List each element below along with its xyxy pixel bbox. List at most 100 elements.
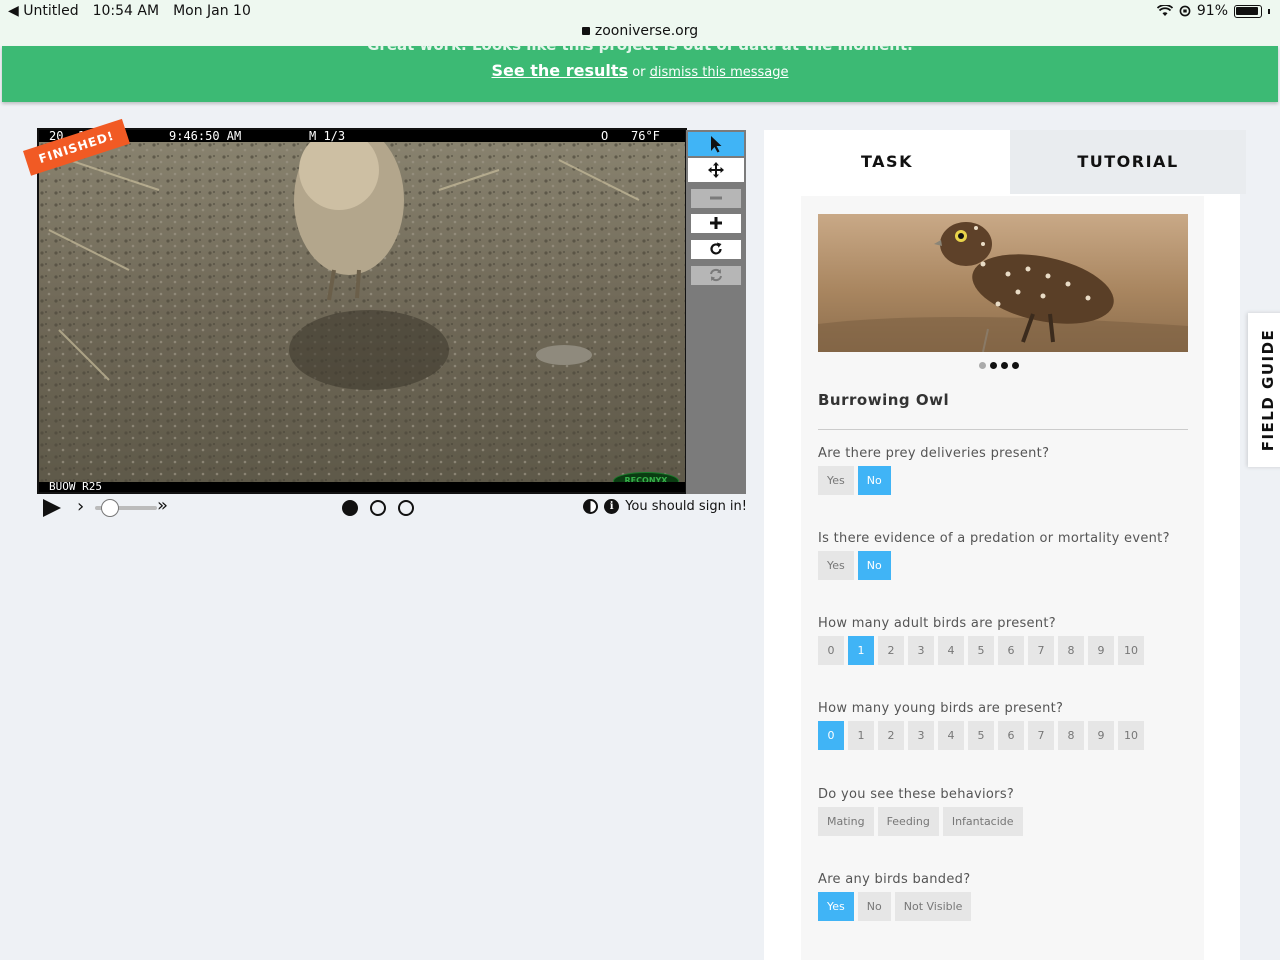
- answer-option-button[interactable]: 5: [968, 636, 994, 665]
- answer-option-button[interactable]: 9: [1088, 636, 1114, 665]
- carousel-dot-1[interactable]: [979, 362, 986, 369]
- species-example-image: [818, 214, 1188, 352]
- lock-icon: [581, 27, 590, 35]
- frame-dot-3[interactable]: [398, 500, 414, 516]
- speed-slider-handle[interactable]: [101, 499, 119, 517]
- banner-message: Great work. Looks like this project is o…: [2, 46, 1278, 54]
- url-bar[interactable]: zooniverse.org: [0, 23, 1280, 39]
- divider: [818, 429, 1188, 430]
- notification-banner: Great work. Looks like this project is o…: [2, 46, 1278, 102]
- answer-option-button[interactable]: 3: [908, 636, 934, 665]
- frame-dot-2[interactable]: [370, 500, 386, 516]
- orientation-lock-icon: [1179, 5, 1191, 17]
- answer-options: Mating Feeding Infantacide: [818, 807, 1023, 836]
- question-label: How many young birds are present?: [818, 701, 1064, 716]
- task-panel: TASK TUTORIAL Burrowing Owl Are there pr…: [764, 130, 1246, 960]
- answer-option-button[interactable]: 2: [878, 636, 904, 665]
- tab-tutorial[interactable]: TUTORIAL: [1010, 130, 1246, 194]
- info-icon[interactable]: i: [604, 499, 620, 514]
- banner-actions: See the results or dismiss this message: [2, 61, 1278, 80]
- answer-option-button[interactable]: 7: [1028, 721, 1054, 750]
- answer-option-button[interactable]: 7: [1028, 636, 1054, 665]
- answer-option-button[interactable]: 3: [908, 721, 934, 750]
- answer-options: Yes No: [818, 551, 891, 580]
- answer-options: 0 1 2 3 4 5 6 7 8 9 10: [818, 636, 1144, 665]
- status-right: 91%: [1156, 3, 1270, 19]
- answer-option-button[interactable]: 8: [1058, 721, 1084, 750]
- see-results-link[interactable]: See the results: [491, 61, 628, 80]
- species-name: Burrowing Owl: [818, 391, 950, 409]
- burrowing-owl-photo: [818, 222, 1188, 352]
- answer-option-button[interactable]: 1: [848, 636, 874, 665]
- back-to-app[interactable]: ◀ Untitled: [8, 3, 79, 19]
- refresh-icon: [710, 268, 722, 282]
- answer-option-button[interactable]: No: [857, 892, 891, 921]
- battery-percent: 91%: [1196, 3, 1228, 19]
- zoom-in-button[interactable]: [691, 214, 741, 233]
- answer-option-button[interactable]: 4: [938, 636, 964, 665]
- rotate-icon: [710, 242, 722, 255]
- answer-option-button[interactable]: 4: [938, 721, 964, 750]
- answer-option-button[interactable]: 2: [878, 721, 904, 750]
- answer-options: Yes No: [818, 466, 891, 495]
- answer-option-button[interactable]: 10: [1118, 636, 1144, 665]
- contrast-icon[interactable]: [583, 499, 599, 514]
- camera-footer: BUOW R25: [39, 481, 685, 492]
- answer-option-button[interactable]: 0: [818, 636, 844, 665]
- carousel-dot-4[interactable]: [1012, 362, 1019, 369]
- cursor-arrow-icon: [711, 136, 722, 153]
- reset-button[interactable]: [691, 266, 741, 285]
- viewer-extras: i You should sign in!: [583, 499, 747, 514]
- sign-in-prompt[interactable]: You should sign in!: [625, 499, 747, 514]
- status-left: ◀ Untitled 10:54 AM Mon Jan 10: [8, 3, 251, 19]
- frame-selector: [342, 500, 414, 516]
- frame-dot-1[interactable]: [342, 500, 358, 516]
- answer-option-button[interactable]: No: [857, 551, 891, 580]
- camera-header: 20 -10 9:46:50 AM M 1/3 O 76°F: [39, 130, 685, 142]
- battery-icon: [1234, 4, 1262, 18]
- carousel-dot-3[interactable]: [1001, 362, 1008, 369]
- answer-option-button[interactable]: 8: [1058, 636, 1084, 665]
- field-guide-tab[interactable]: FIELD GUIDE: [1248, 313, 1280, 467]
- status-bar: ◀ Untitled 10:54 AM Mon Jan 10 91% zooni…: [0, 0, 1280, 46]
- plus-icon: [710, 217, 722, 229]
- image-toolbar: [686, 130, 746, 494]
- rotate-button[interactable]: [691, 240, 741, 259]
- answer-option-button[interactable]: Feeding: [877, 807, 939, 836]
- dismiss-message-link[interactable]: dismiss this message: [650, 65, 789, 80]
- answer-option-button[interactable]: 6: [998, 721, 1024, 750]
- answer-options: Yes No Not Visible: [818, 892, 972, 921]
- answer-option-button[interactable]: No: [857, 466, 891, 495]
- slow-down-icon[interactable]: ›: [77, 496, 84, 517]
- speed-up-icon[interactable]: »: [157, 495, 168, 516]
- move-tool[interactable]: [688, 158, 744, 182]
- cam-moon: O: [601, 129, 609, 143]
- answer-option-button[interactable]: Yes: [818, 551, 854, 580]
- play-icon[interactable]: [43, 499, 61, 517]
- answer-option-button[interactable]: Infantacide: [942, 807, 1023, 836]
- banner-or: or: [632, 65, 646, 80]
- answer-option-button[interactable]: 9: [1088, 721, 1114, 750]
- answer-option-button[interactable]: 6: [998, 636, 1024, 665]
- question-label: Is there evidence of a predation or mort…: [818, 531, 1170, 546]
- answer-option-button[interactable]: Not Visible: [894, 892, 972, 921]
- url-text: zooniverse.org: [594, 23, 699, 39]
- answer-option-button[interactable]: Yes: [818, 466, 854, 495]
- cam-time: 9:46:50 AM: [169, 129, 242, 143]
- answer-option-button[interactable]: 1: [848, 721, 874, 750]
- zoom-out-button[interactable]: [691, 189, 741, 208]
- tab-task[interactable]: TASK: [764, 130, 1010, 194]
- answer-option-button[interactable]: Yes: [818, 892, 854, 921]
- playback-controls: › » i You should sign in!: [37, 495, 747, 520]
- answer-options: 0 1 2 3 4 5 6 7 8 9 10: [818, 721, 1144, 750]
- answer-option-button[interactable]: 10: [1118, 721, 1144, 750]
- question-label: Are there prey deliveries present?: [818, 446, 1050, 461]
- status-time: 10:54 AM: [92, 3, 160, 19]
- answer-option-button[interactable]: 5: [968, 721, 994, 750]
- pointer-tool[interactable]: [688, 132, 744, 156]
- question-label: Are any birds banded?: [818, 872, 971, 887]
- answer-option-button[interactable]: 0: [818, 721, 844, 750]
- subject-image[interactable]: 20 -10 9:46:50 AM M 1/3 O 76°F RECONYX B…: [37, 128, 687, 494]
- answer-option-button[interactable]: Mating: [818, 807, 874, 836]
- carousel-dot-2[interactable]: [990, 362, 997, 369]
